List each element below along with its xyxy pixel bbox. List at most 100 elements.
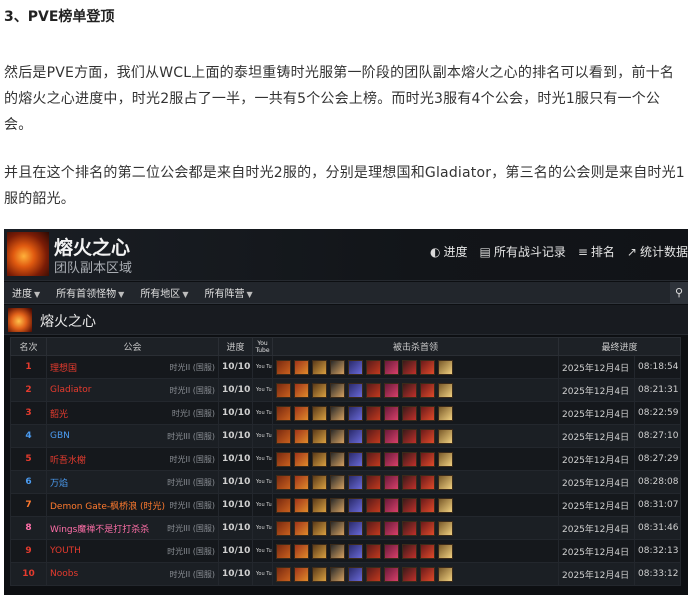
garr-icon[interactable] [330, 359, 345, 375]
shazzrah-icon[interactable] [348, 566, 363, 582]
magmadar-icon[interactable] [294, 520, 309, 536]
guild-name-link[interactable]: Gladiator [50, 385, 91, 395]
guild-name-link[interactable]: GBN [50, 431, 70, 441]
garr-icon[interactable] [330, 520, 345, 536]
gehennas-icon[interactable] [312, 520, 327, 536]
garr-icon[interactable] [330, 382, 345, 398]
baron-geddon-icon[interactable] [366, 543, 381, 559]
majordomo-icon[interactable] [420, 428, 435, 444]
baron-geddon-icon[interactable] [366, 474, 381, 490]
gehennas-icon[interactable] [312, 405, 327, 421]
magmadar-icon[interactable] [294, 451, 309, 467]
ragnaros-icon[interactable] [438, 405, 453, 421]
golemagg-icon[interactable] [402, 566, 417, 582]
ragnaros-icon[interactable] [438, 451, 453, 467]
youtube-video-icon[interactable]: You Tube [252, 539, 273, 563]
lucifron-icon[interactable] [276, 382, 291, 398]
ragnaros-icon[interactable] [438, 428, 453, 444]
golemagg-icon[interactable] [402, 428, 417, 444]
ragnaros-icon[interactable] [438, 566, 453, 582]
nav-rankings[interactable]: ≡ 排名 [578, 243, 615, 260]
golemagg-icon[interactable] [402, 497, 417, 513]
table-row[interactable]: 8Wings魔禅不是打打杀杀 时光III (国服)10/10You Tube 202… [10, 516, 682, 540]
table-row[interactable]: 5听吾水榭 时光II (国服)10/10You Tube 2025年12月4日08:… [10, 447, 682, 471]
garr-icon[interactable] [330, 451, 345, 467]
baron-geddon-icon[interactable] [366, 497, 381, 513]
ragnaros-icon[interactable] [438, 359, 453, 375]
sulfuron-icon[interactable] [384, 543, 399, 559]
lucifron-icon[interactable] [276, 405, 291, 421]
garr-icon[interactable] [330, 405, 345, 421]
guild-name-link[interactable]: Wings魔禅不是打打杀杀 [50, 525, 149, 535]
table-row[interactable]: 10Noobs 时光II (国服)10/10You Tube 2025年12月4日0… [10, 562, 682, 586]
youtube-video-icon[interactable]: You Tube [252, 470, 273, 494]
shazzrah-icon[interactable] [348, 543, 363, 559]
filter-bosses[interactable]: 所有首领怪物 ▼ [48, 285, 132, 300]
majordomo-icon[interactable] [420, 566, 435, 582]
youtube-video-icon[interactable]: You Tube [252, 355, 273, 379]
youtube-video-icon[interactable]: You Tube [252, 424, 273, 448]
gehennas-icon[interactable] [312, 474, 327, 490]
ragnaros-icon[interactable] [438, 520, 453, 536]
guild-name-link[interactable]: 韶光 [50, 410, 68, 420]
sulfuron-icon[interactable] [384, 451, 399, 467]
garr-icon[interactable] [330, 543, 345, 559]
sulfuron-icon[interactable] [384, 566, 399, 582]
golemagg-icon[interactable] [402, 474, 417, 490]
lucifron-icon[interactable] [276, 520, 291, 536]
sulfuron-icon[interactable] [384, 520, 399, 536]
lucifron-icon[interactable] [276, 428, 291, 444]
baron-geddon-icon[interactable] [366, 428, 381, 444]
gehennas-icon[interactable] [312, 451, 327, 467]
guild-name-link[interactable]: 听吾水榭 [50, 456, 86, 466]
table-row[interactable]: 3韶光 时光I (国服)10/10You Tube 2025年12月4日08:22:… [10, 401, 682, 425]
shazzrah-icon[interactable] [348, 451, 363, 467]
lucifron-icon[interactable] [276, 451, 291, 467]
magmadar-icon[interactable] [294, 497, 309, 513]
gehennas-icon[interactable] [312, 428, 327, 444]
search-button[interactable]: ⚲ [670, 282, 688, 304]
table-row[interactable]: 6万焰 时光III (国服)10/10You Tube 2025年12月4日08:2… [10, 470, 682, 494]
gehennas-icon[interactable] [312, 382, 327, 398]
table-row[interactable]: 9YOUTH 时光III (国服)10/10You Tube 2025年12月4日0… [10, 539, 682, 563]
garr-icon[interactable] [330, 474, 345, 490]
sulfuron-icon[interactable] [384, 359, 399, 375]
golemagg-icon[interactable] [402, 543, 417, 559]
garr-icon[interactable] [330, 428, 345, 444]
magmadar-icon[interactable] [294, 543, 309, 559]
majordomo-icon[interactable] [420, 474, 435, 490]
magmadar-icon[interactable] [294, 428, 309, 444]
lucifron-icon[interactable] [276, 543, 291, 559]
ragnaros-icon[interactable] [438, 543, 453, 559]
shazzrah-icon[interactable] [348, 428, 363, 444]
shazzrah-icon[interactable] [348, 359, 363, 375]
nav-statistics[interactable]: ↗ 统计数据 [627, 243, 688, 260]
youtube-video-icon[interactable]: You Tube [252, 562, 273, 586]
sulfuron-icon[interactable] [384, 474, 399, 490]
golemagg-icon[interactable] [402, 405, 417, 421]
lucifron-icon[interactable] [276, 474, 291, 490]
nav-progress[interactable]: ◐ 进度 [430, 243, 468, 260]
shazzrah-icon[interactable] [348, 405, 363, 421]
guild-name-link[interactable]: 理想国 [50, 364, 77, 374]
ragnaros-icon[interactable] [438, 474, 453, 490]
shazzrah-icon[interactable] [348, 497, 363, 513]
baron-geddon-icon[interactable] [366, 520, 381, 536]
youtube-video-icon[interactable]: You Tube [252, 401, 273, 425]
guild-name-link[interactable]: Noobs [50, 569, 78, 579]
table-row[interactable]: 4GBN 时光III (国服)10/10You Tube 2025年12月4日08:… [10, 424, 682, 448]
majordomo-icon[interactable] [420, 520, 435, 536]
filter-progress[interactable]: 进度 ▼ [4, 285, 48, 300]
majordomo-icon[interactable] [420, 497, 435, 513]
sulfuron-icon[interactable] [384, 497, 399, 513]
majordomo-icon[interactable] [420, 405, 435, 421]
guild-name-link[interactable]: Demon Gate-枫桥浪 (时光) [50, 502, 165, 512]
garr-icon[interactable] [330, 497, 345, 513]
filter-factions[interactable]: 所有阵营 ▼ [196, 285, 260, 300]
lucifron-icon[interactable] [276, 497, 291, 513]
sulfuron-icon[interactable] [384, 382, 399, 398]
majordomo-icon[interactable] [420, 451, 435, 467]
shazzrah-icon[interactable] [348, 382, 363, 398]
garr-icon[interactable] [330, 566, 345, 582]
lucifron-icon[interactable] [276, 359, 291, 375]
